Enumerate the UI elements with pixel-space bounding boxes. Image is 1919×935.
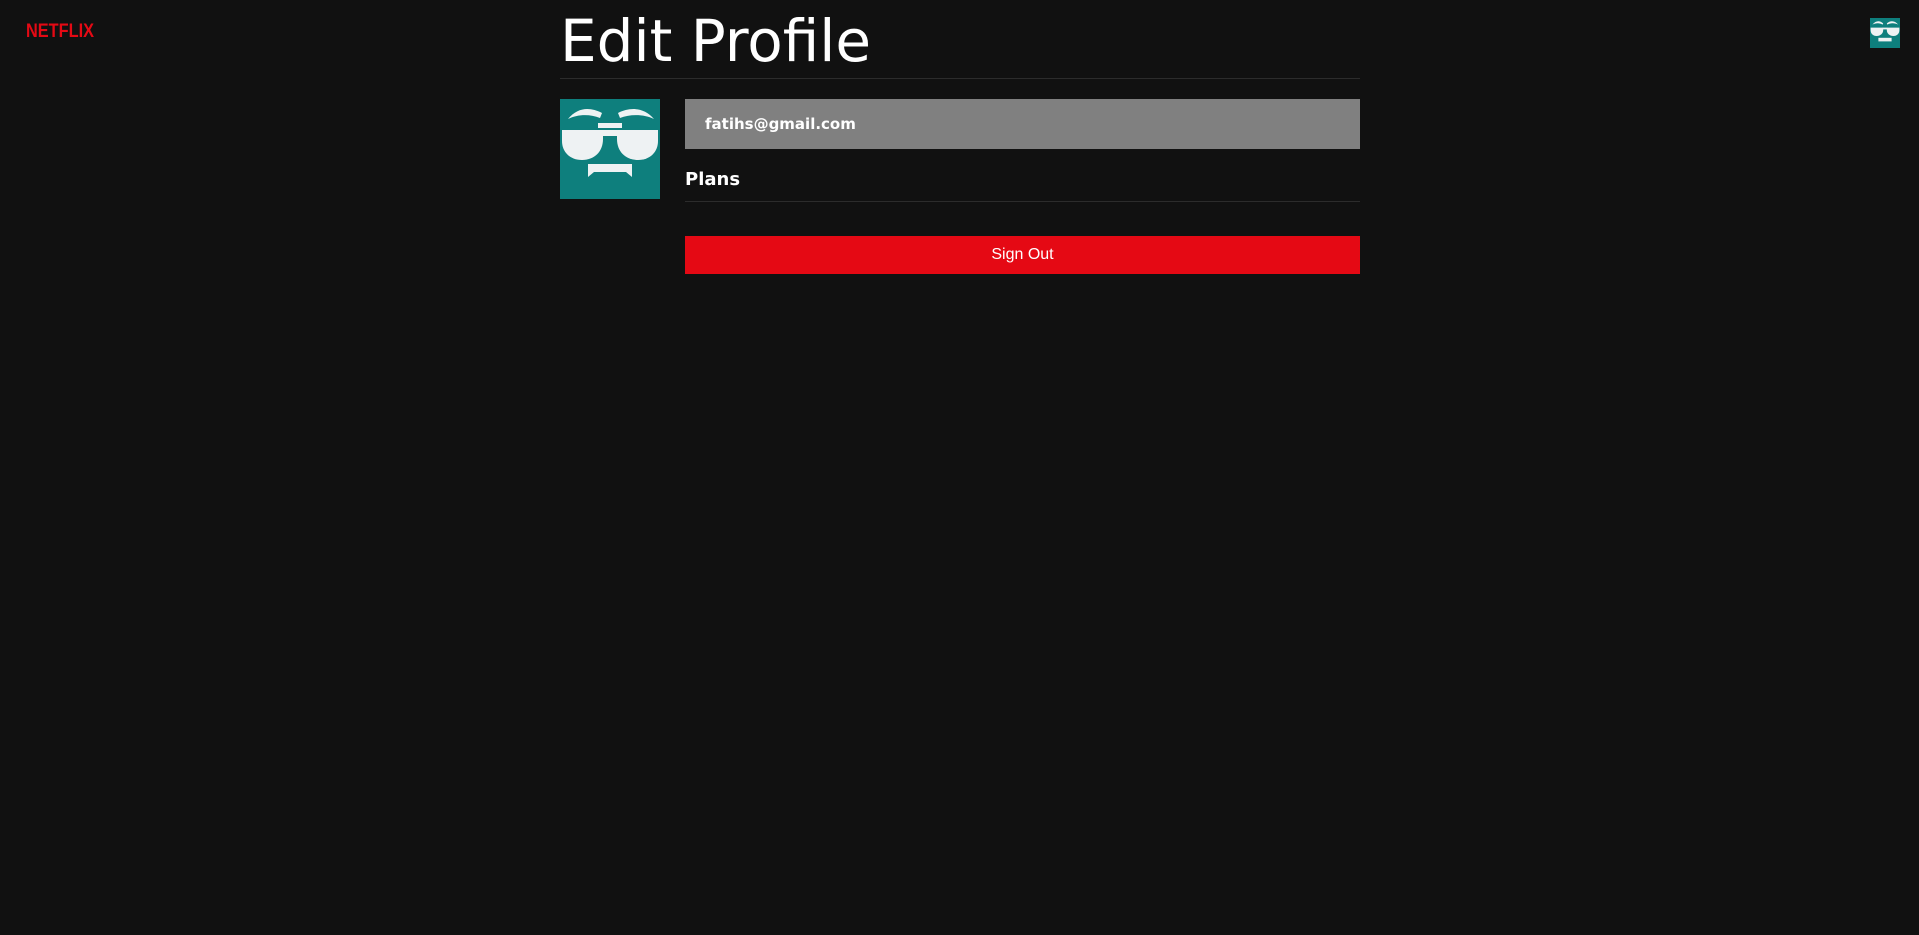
profile-avatar: [560, 99, 660, 199]
sign-out-button[interactable]: Sign Out: [685, 236, 1360, 274]
netflix-logo-text: NETFLIX: [26, 21, 94, 42]
email-display: fatihs@gmail.com: [685, 99, 1360, 149]
sunglasses-face-icon: [562, 109, 658, 177]
profile-body: fatihs@gmail.com Plans Sign Out: [560, 99, 1360, 274]
edit-profile-panel: Edit Profile fatihs@gmail.com Plans Sign…: [560, 0, 1360, 274]
plans-heading: Plans: [685, 169, 1360, 202]
netflix-logo[interactable]: NETFLIX: [26, 18, 94, 42]
profile-details: fatihs@gmail.com Plans Sign Out: [685, 99, 1360, 274]
profile-page: NETFLIX Edit Profile fatihs@gmail.com Pl…: [0, 0, 1919, 935]
netflix-logo-mark: NETFLIX: [26, 21, 94, 42]
title-divider: [560, 78, 1360, 79]
sunglasses-face-icon: [1870, 21, 1900, 42]
page-title: Edit Profile: [560, 7, 872, 75]
nav-avatar[interactable]: [1870, 18, 1900, 48]
